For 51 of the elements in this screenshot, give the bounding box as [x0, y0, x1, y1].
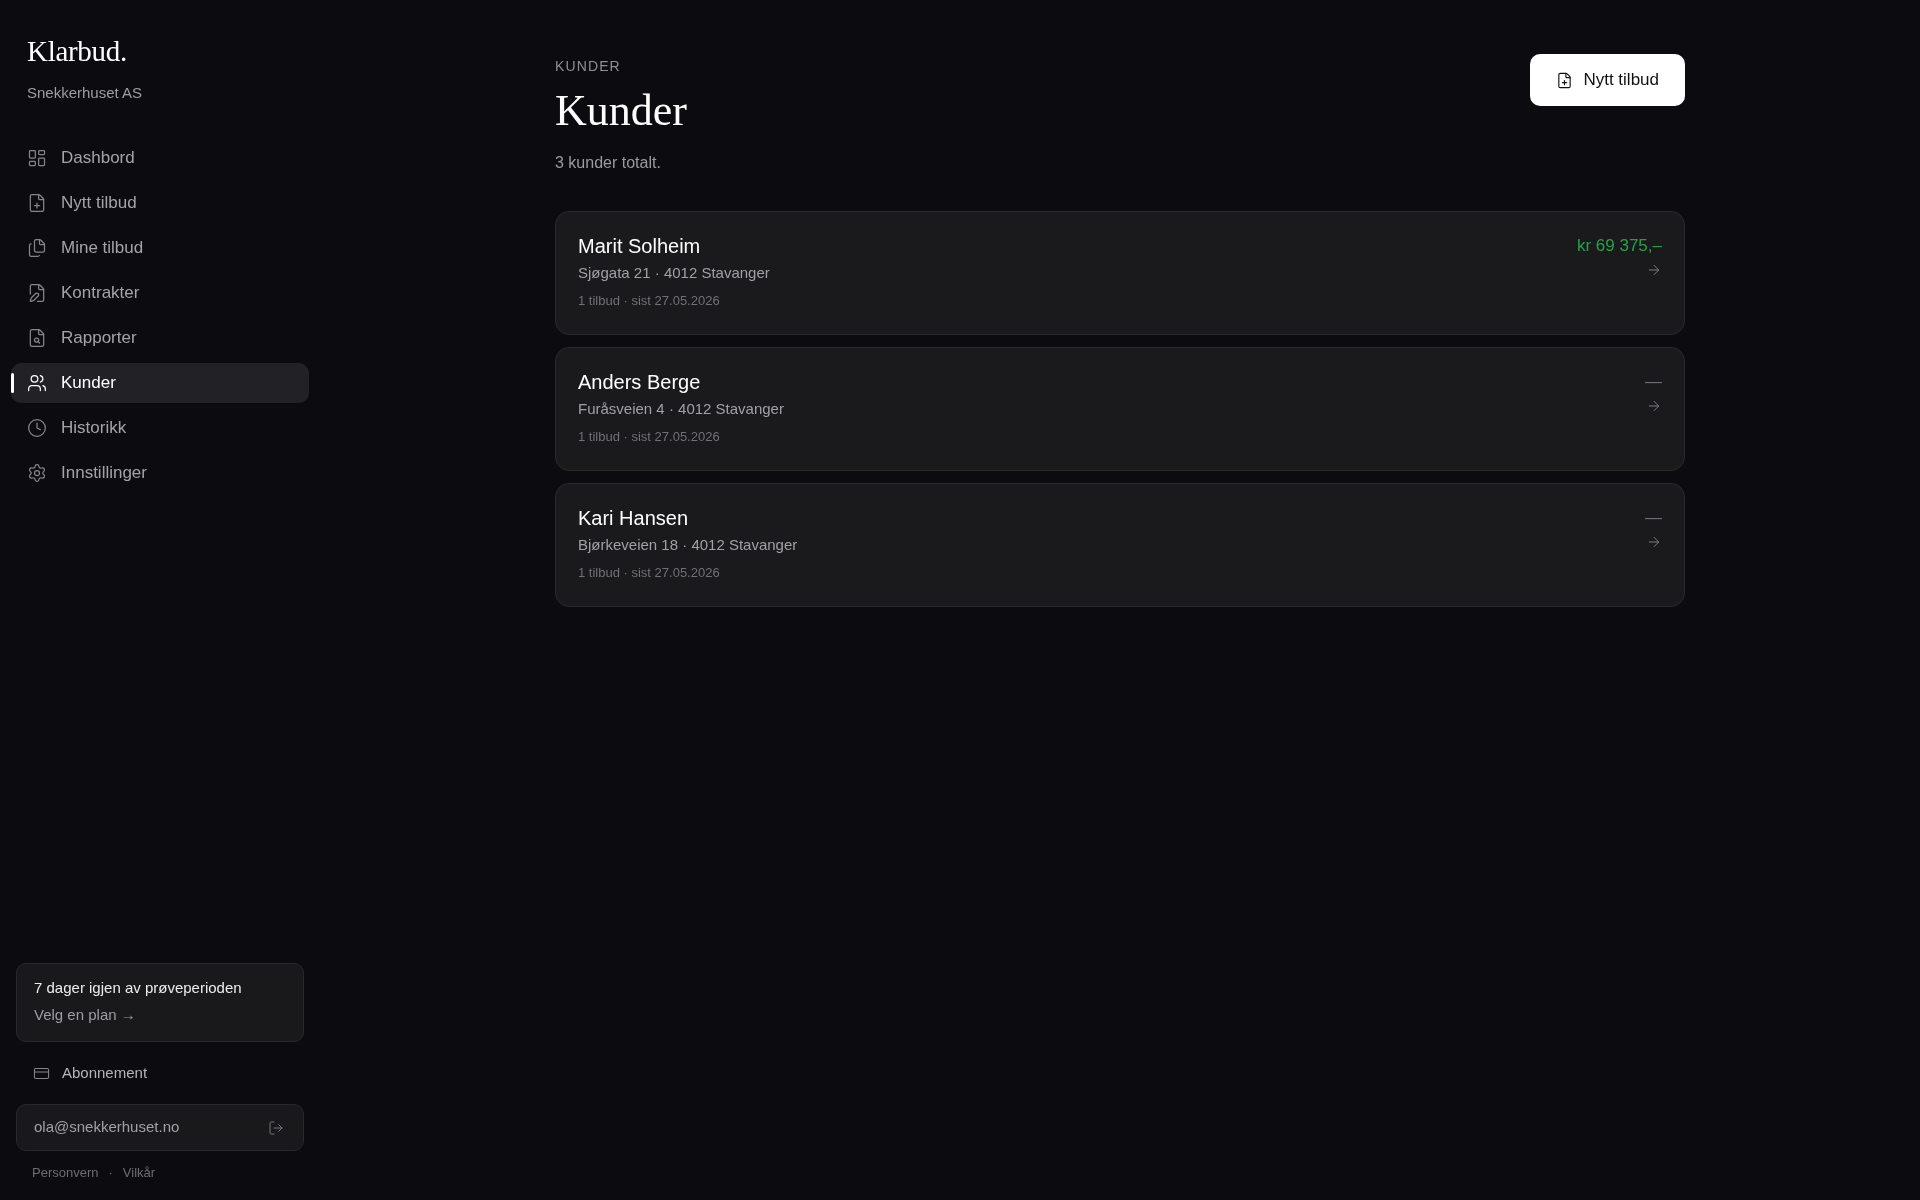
customer-total: —	[1645, 371, 1662, 393]
trial-message: 7 dager igjen av prøveperioden	[34, 978, 243, 998]
customer-name: Anders Berge	[578, 370, 702, 395]
brand-logo: Klarbud.	[27, 34, 128, 69]
nav-item[interactable]: Mine tilbud	[11, 228, 309, 268]
file-plus-icon	[1556, 71, 1574, 89]
customer-meta: 1 tilbud · sist 27.05.2026	[578, 428, 721, 446]
footer-link[interactable]: Personvern	[32, 1164, 99, 1182]
customer-address: Furåsveien 4 · 4012 Stavanger	[578, 399, 784, 419]
customer-count: 3 kunder totalt.	[555, 153, 662, 173]
page-eyebrow: KUNDER	[555, 58, 622, 74]
customer-name: Kari Hansen	[578, 506, 690, 531]
footer-link[interactable]: Vilkår	[122, 1164, 156, 1182]
nav-item[interactable]: Innstillinger	[11, 453, 309, 493]
customer-meta: 1 tilbud · sist 27.05.2026	[578, 564, 721, 582]
arrow-right-icon	[1646, 262, 1662, 278]
customer-card[interactable]: Anders Berge Furåsveien 4 · 4012 Stavanger 1 tilbud · sist 27.05.2026 —	[555, 347, 1685, 471]
customer-card[interactable]: Marit Solheim Sjøgata 21 · 4012 Stavanger 1 tilbud · sist 27.05.2026 kr 69 375,–	[555, 211, 1685, 335]
subscription-link[interactable]: Abonnement	[11, 1053, 309, 1093]
file-search-icon	[27, 328, 47, 348]
customer-card[interactable]: Kari Hansen Bjørkeveien 18 · 4012 Stavanger 1 tilbud · sist 27.05.2026 —	[555, 483, 1685, 607]
arrow-right-icon	[1646, 534, 1662, 550]
users-icon	[27, 373, 47, 393]
page-title: Kunder	[555, 87, 687, 135]
file-pen-icon	[27, 283, 47, 303]
company-name: Snekkerhuset AS	[27, 83, 144, 103]
active-indicator	[11, 373, 14, 393]
file-plus-icon	[27, 193, 47, 213]
footer-separator: ·	[108, 1164, 113, 1182]
customer-total: kr 69 375,–	[1576, 235, 1662, 257]
nav-item[interactable]: Nytt tilbud	[11, 183, 309, 223]
new-quote-button[interactable]: Nytt tilbud	[1530, 54, 1685, 106]
nav-item[interactable]: Historikk	[11, 408, 309, 448]
settings-icon	[27, 463, 47, 483]
customer-address: Bjørkeveien 18 · 4012 Stavanger	[578, 535, 798, 555]
account-email: ola@snekkerhuset.no	[34, 1117, 180, 1138]
logout-button[interactable]	[268, 1119, 284, 1136]
arrow-right-icon	[1646, 398, 1662, 414]
clock-icon	[27, 418, 47, 438]
nav-item[interactable]: Kontrakter	[11, 273, 309, 313]
nav-item[interactable]: Rapporter	[11, 318, 309, 358]
customer-meta: 1 tilbud · sist 27.05.2026	[578, 292, 721, 310]
nav-item[interactable]: Kunder	[11, 363, 309, 403]
customer-address: Sjøgata 21 · 4012 Stavanger	[578, 263, 770, 283]
files-icon	[27, 238, 47, 258]
customer-name: Marit Solheim	[578, 234, 702, 259]
logout-icon	[268, 1119, 284, 1136]
nav-item[interactable]: Dashbord	[11, 138, 309, 178]
grid-icon	[27, 148, 47, 168]
customer-total: —	[1645, 507, 1662, 529]
choose-plan-link[interactable]: Velg en plan →	[34, 1005, 286, 1025]
